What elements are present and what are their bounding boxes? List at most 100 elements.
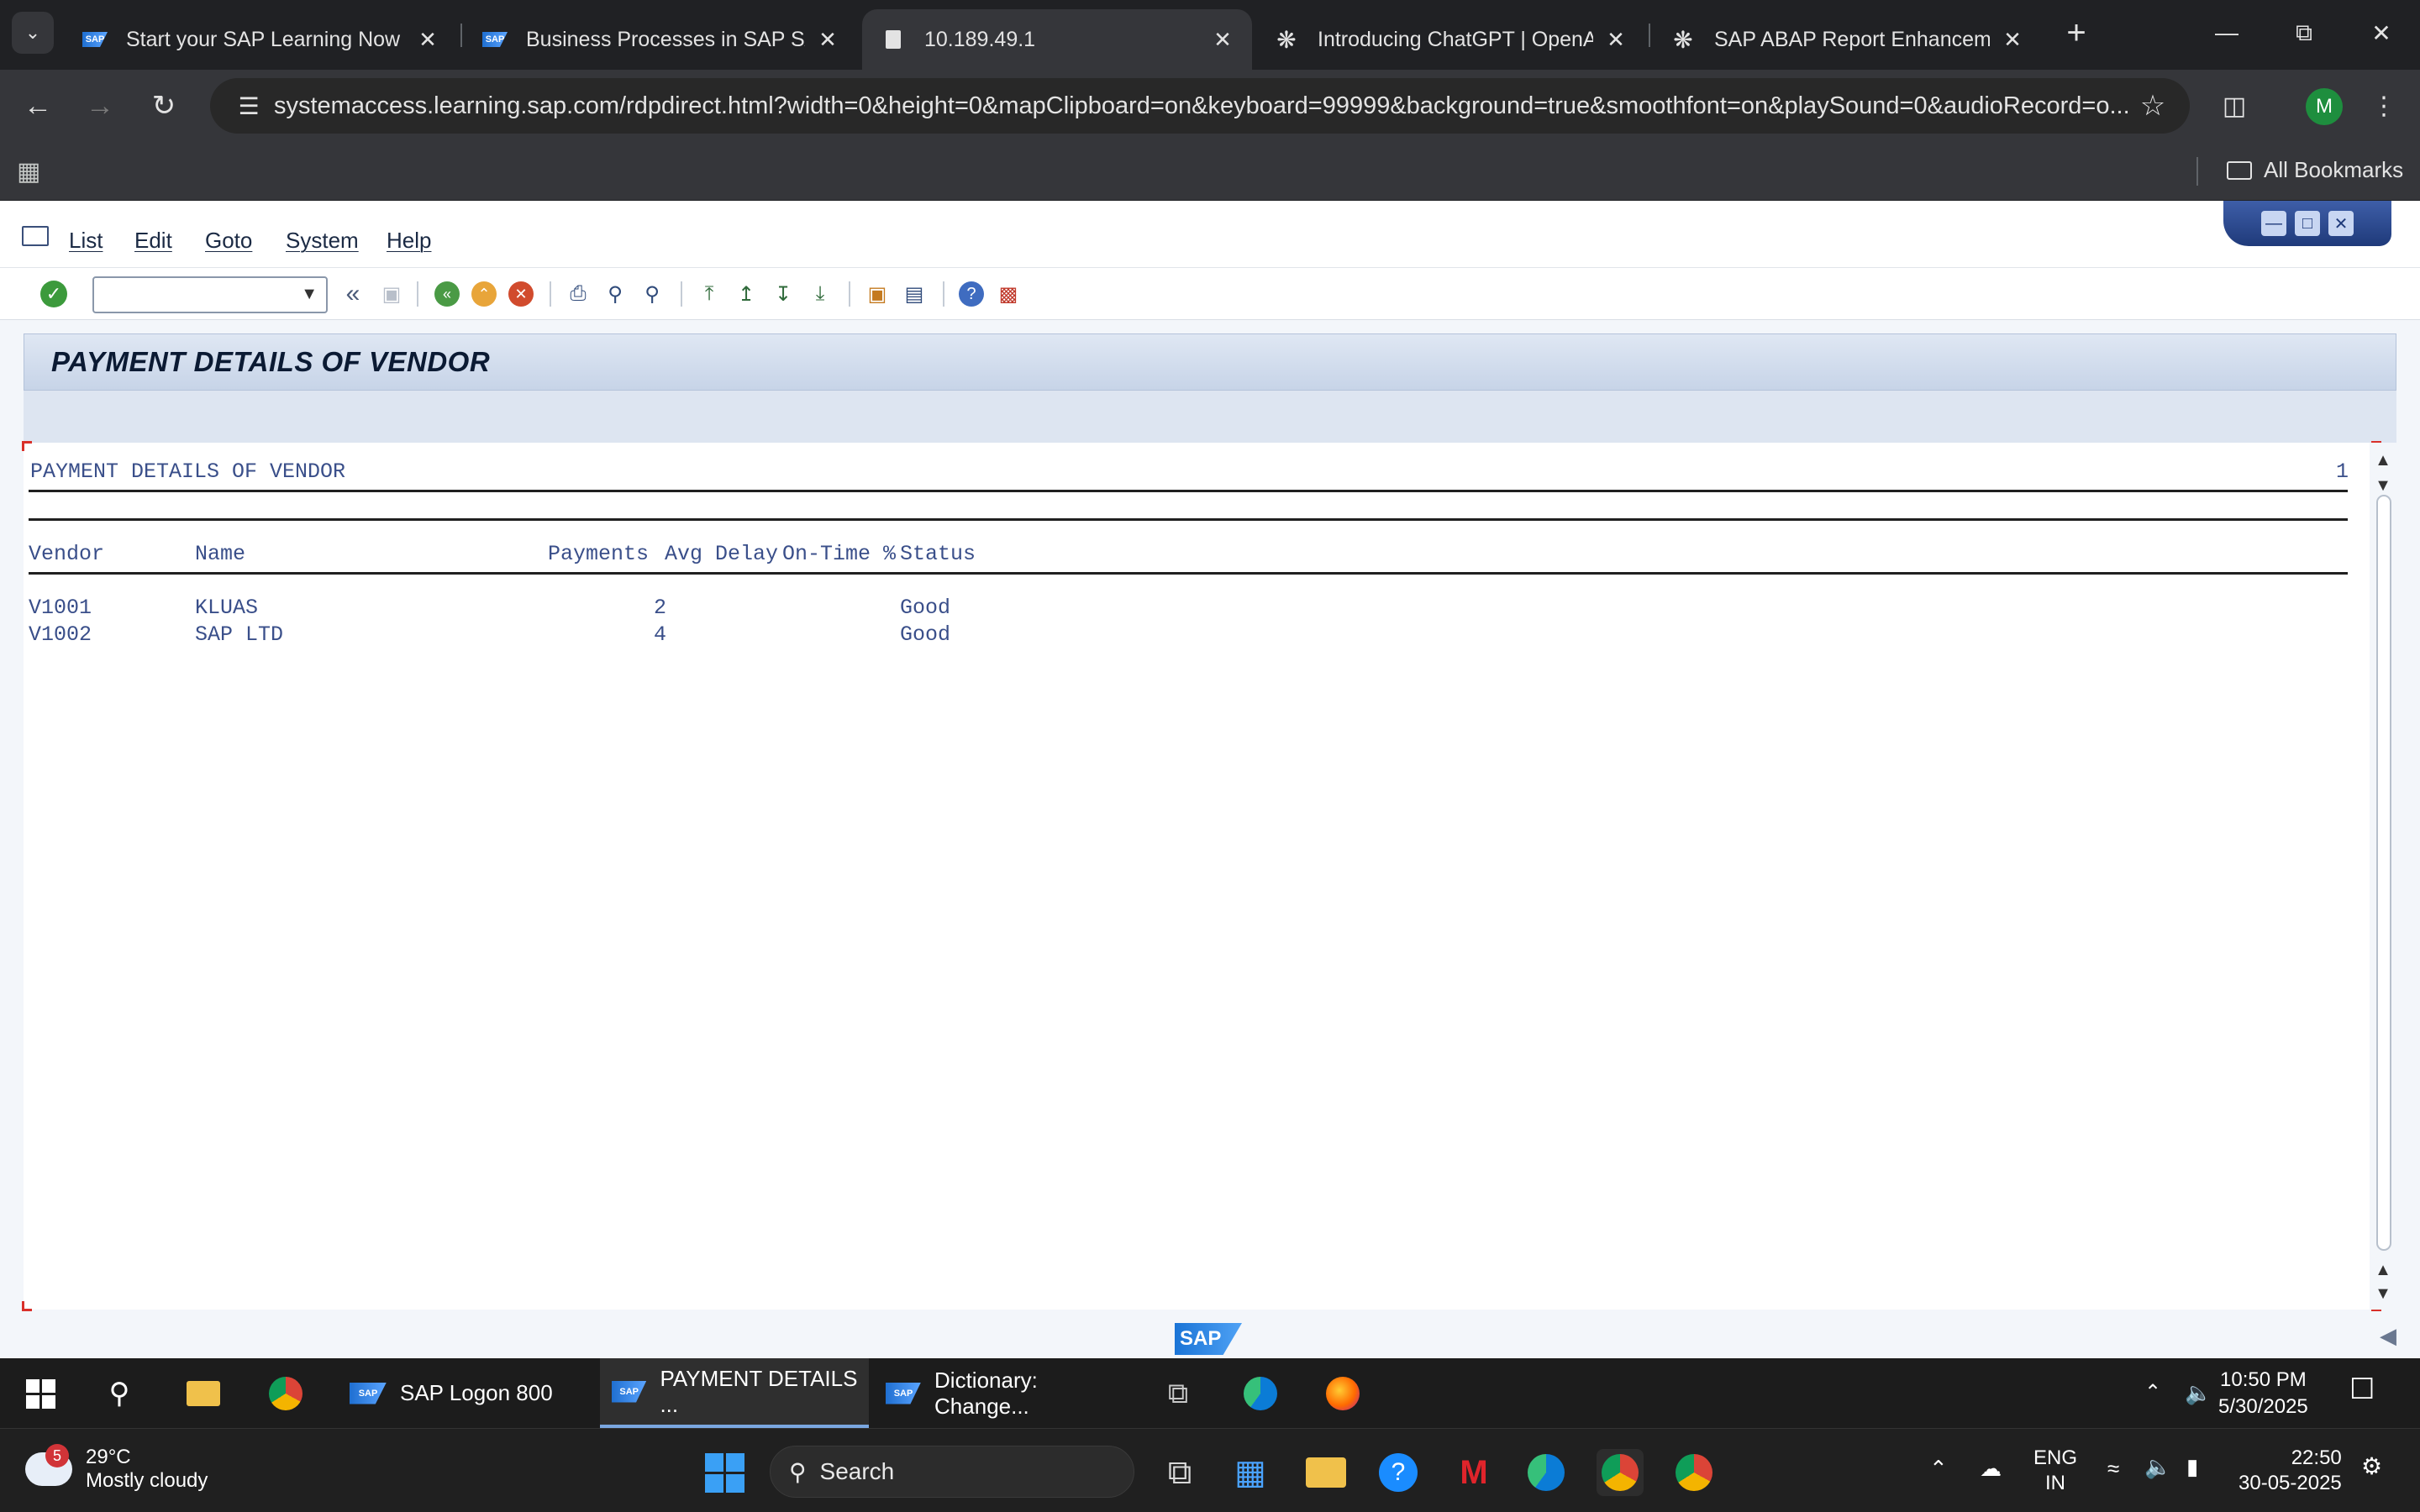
tab-search-button[interactable]: ⌄ — [12, 12, 54, 54]
close-icon[interactable]: ✕ — [2000, 27, 2025, 52]
tab-rdp-session[interactable]: 10.189.49.1 ✕ — [862, 9, 1252, 70]
taskbar-item-sap-logon[interactable]: SAP SAP Logon 800 — [338, 1358, 595, 1428]
status-expand-icon[interactable]: ◀ — [2380, 1323, 2396, 1349]
tab-sap-learning[interactable]: SAP Start your SAP Learning Now ✕ — [64, 9, 457, 70]
create-shortcut-icon[interactable]: ▤ — [899, 279, 929, 309]
volume-icon[interactable]: 🔈 — [2144, 1454, 2171, 1479]
close-icon[interactable]: ✕ — [1210, 27, 1235, 52]
volume-muted-icon[interactable]: 🔈 — [2185, 1380, 2212, 1405]
menu-edit[interactable]: Edit — [134, 228, 172, 254]
windows-start-icon[interactable] — [22, 1375, 59, 1412]
taskbar-search-box[interactable]: ⚲ Search — [770, 1446, 1134, 1498]
command-field[interactable]: ▼ — [92, 276, 328, 313]
all-bookmarks-button[interactable]: All Bookmarks — [2227, 157, 2403, 183]
print-icon[interactable]: ⎙ — [563, 279, 593, 309]
exit-icon[interactable]: ⌃ — [469, 279, 499, 309]
more-menu-icon[interactable]: ⋮ — [2361, 83, 2407, 129]
find-next-icon[interactable]: ⚲ — [637, 279, 667, 309]
customize-layout-icon[interactable]: ▩ — [993, 279, 1023, 309]
tab-title: Start your SAP Learning Now — [126, 27, 401, 51]
back-icon[interactable]: « — [432, 279, 462, 309]
cell-vendor[interactable]: V1001 — [29, 596, 92, 620]
create-session-icon[interactable]: ▣ — [862, 279, 892, 309]
weather-widget[interactable]: 5 29°C Mostly cloudy — [25, 1444, 208, 1493]
close-icon[interactable]: ✕ — [415, 27, 440, 52]
apps-grid-icon[interactable]: ▦ — [17, 157, 40, 186]
profile-avatar[interactable]: M — [2306, 88, 2343, 125]
menu-goto[interactable]: Goto — [205, 228, 252, 254]
previous-page-icon[interactable]: ↥ — [731, 279, 761, 309]
store-icon[interactable]: ▦ — [1227, 1449, 1274, 1496]
firefox-icon[interactable] — [1324, 1375, 1361, 1412]
first-page-icon[interactable]: ⤒ — [694, 279, 724, 309]
forward-button[interactable]: → — [77, 83, 123, 129]
vertical-scrollbar[interactable]: ▲ ▼ ▲ ▼ — [2370, 443, 2396, 1310]
edge-icon[interactable] — [1242, 1375, 1279, 1412]
cancel-icon[interactable]: ✕ — [506, 279, 536, 309]
remote-clock[interactable]: 10:50 PM 5/30/2025 — [2218, 1367, 2308, 1420]
chevron-down-icon[interactable]: ▼ — [301, 285, 318, 304]
restore-window-button[interactable]: ⧉ — [2265, 0, 2343, 66]
focus-assist-icon[interactable]: ⚙ — [2361, 1454, 2382, 1479]
windows-start-icon[interactable] — [701, 1449, 748, 1496]
close-icon[interactable]: ✕ — [1603, 27, 1628, 52]
minimize-window-button[interactable]: — — [2188, 0, 2265, 66]
scroll-up-icon[interactable]: ▲ — [2375, 451, 2391, 470]
scroll-up-icon[interactable]: ▲ — [2375, 1261, 2391, 1280]
toolbar-separator — [943, 281, 944, 307]
taskbar-item-dictionary[interactable]: SAP Dictionary: Change... — [874, 1358, 1129, 1428]
close-window-button[interactable]: ✕ — [2343, 0, 2420, 66]
chrome-icon[interactable] — [267, 1375, 304, 1412]
url-text[interactable]: systemaccess.learning.sap.com/rdpdirect.… — [274, 92, 2128, 120]
address-bar[interactable]: ☰ systemaccess.learning.sap.com/rdpdirec… — [210, 78, 2190, 134]
tab-abap-report[interactable]: ❋ SAP ABAP Report Enhancemen ✕ — [1652, 9, 2042, 70]
file-explorer-icon[interactable] — [1302, 1449, 1349, 1496]
menu-system[interactable]: System — [286, 228, 359, 254]
reload-button[interactable]: ↻ — [141, 83, 187, 129]
taskbar-item-payment-details[interactable]: SAP PAYMENT DETAILS ... — [600, 1358, 869, 1428]
battery-icon[interactable]: ▮ — [2186, 1454, 2198, 1479]
site-settings-icon[interactable]: ☰ — [224, 92, 274, 120]
task-view-icon[interactable]: ⧉ — [1156, 1449, 1203, 1496]
close-icon[interactable]: ✕ — [815, 27, 840, 52]
extensions-icon[interactable]: ◫ — [2212, 83, 2257, 129]
menu-help[interactable]: Help — [387, 228, 431, 254]
onedrive-icon[interactable]: ☁ — [1980, 1456, 2002, 1481]
scroll-down-icon[interactable]: ▼ — [2375, 1284, 2391, 1304]
tab-business-processes[interactable]: SAP Business Processes in SAP S/4H ✕ — [464, 9, 857, 70]
bookmark-star-icon[interactable]: ☆ — [2128, 89, 2178, 123]
next-page-icon[interactable]: ↧ — [768, 279, 798, 309]
mcafee-icon[interactable]: M — [1450, 1449, 1497, 1496]
menu-list[interactable]: List — [69, 228, 103, 254]
file-explorer-icon[interactable] — [185, 1375, 222, 1412]
wifi-icon[interactable]: ≈ — [2107, 1456, 2119, 1481]
chrome-profile-icon[interactable] — [1597, 1449, 1644, 1496]
enter-check-icon[interactable]: ✓ — [39, 279, 69, 309]
find-icon[interactable]: ⚲ — [600, 279, 630, 309]
sap-menu-icon[interactable] — [22, 226, 49, 246]
tray-overflow-icon[interactable]: ⌃ — [2144, 1380, 2161, 1405]
tray-overflow-icon[interactable]: ⌃ — [1929, 1456, 1948, 1481]
help-icon[interactable]: ? — [956, 279, 986, 309]
search-icon[interactable]: ⚲ — [101, 1375, 138, 1412]
cell-vendor[interactable]: V1002 — [29, 622, 92, 647]
system-clock[interactable]: 22:50 30-05-2025 — [2238, 1446, 2342, 1496]
tab-chatgpt[interactable]: ❋ Introducing ChatGPT | OpenAI ✕ — [1255, 9, 1645, 70]
chrome-icon[interactable] — [1670, 1449, 1718, 1496]
language-indicator[interactable]: ENG IN — [2033, 1446, 2077, 1496]
sap-maximize-icon[interactable]: □ — [2295, 211, 2320, 236]
sap-close-icon[interactable]: ✕ — [2328, 211, 2354, 236]
new-tab-button[interactable]: + — [2055, 12, 2097, 54]
edge-icon[interactable] — [1523, 1449, 1570, 1496]
get-help-icon[interactable]: ? — [1375, 1449, 1422, 1496]
scroll-down-icon[interactable]: ▼ — [2375, 476, 2391, 496]
window-stack-icon[interactable]: ⧉ — [1160, 1375, 1197, 1412]
scroll-thumb[interactable] — [2376, 495, 2391, 1251]
sap-minimize-icon[interactable]: — — [2261, 211, 2286, 236]
notifications-icon[interactable]: ☐ — [2349, 1375, 2375, 1404]
cloud-icon: 5 — [25, 1444, 72, 1486]
save-icon[interactable]: ▣ — [376, 279, 407, 309]
last-page-icon[interactable]: ⤓ — [805, 279, 835, 309]
back-button[interactable]: ← — [15, 83, 60, 129]
collapse-toolbar-icon[interactable]: « — [338, 279, 368, 309]
